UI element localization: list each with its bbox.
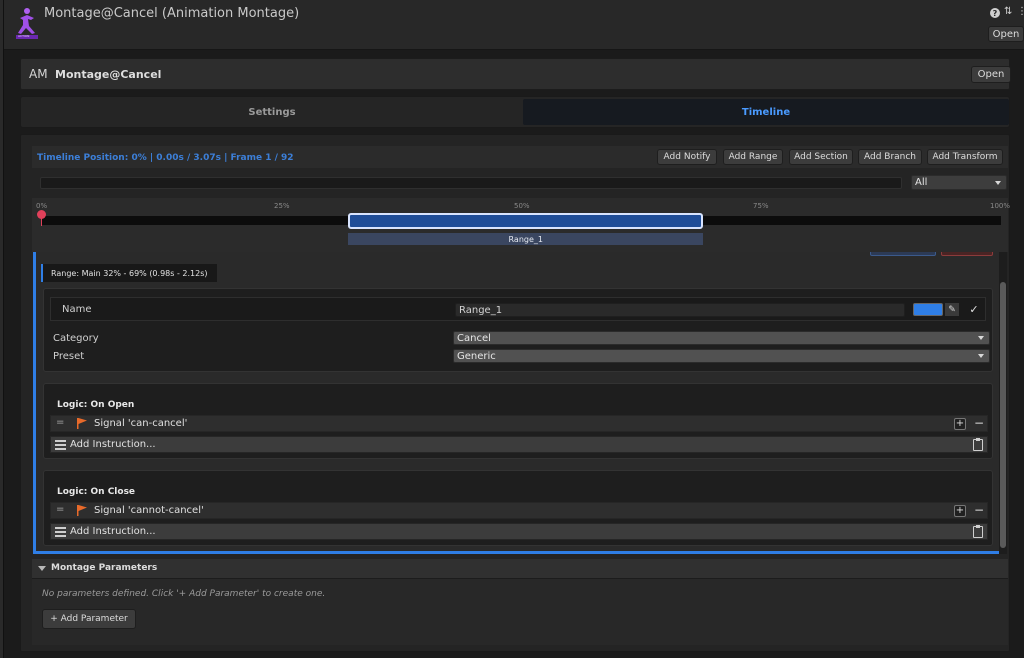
flag-icon xyxy=(77,418,87,432)
app-logo: ACTION xyxy=(10,6,44,40)
detail-scrollbar[interactable] xyxy=(999,252,1007,554)
window-title: Montage@Cancel (Animation Montage) xyxy=(44,6,300,21)
clipboard-icon[interactable] xyxy=(973,438,983,451)
timeline-ruler: 0% 25% 50% 75% 100% Range_1 xyxy=(32,198,1011,252)
chevron-down-icon xyxy=(978,354,984,358)
help-icon[interactable]: ? xyxy=(990,8,1000,18)
logic-title: Logic: On Open xyxy=(57,400,135,410)
color-swatch[interactable] xyxy=(913,303,943,316)
name-value: Range_1 xyxy=(459,304,503,316)
timeline-position-label: Timeline Position: 0% | 0.00s / 3.07s | … xyxy=(37,153,294,163)
ruler-tick-label: 100% xyxy=(990,202,1011,210)
delete-button[interactable] xyxy=(941,252,993,256)
range-info-label: Range: Main 32% - 69% (0.98s - 2.12s) xyxy=(51,268,208,278)
drag-handle-icon[interactable]: = xyxy=(56,417,64,428)
more-menu-icon[interactable]: ⋮ xyxy=(1017,6,1024,18)
add-branch-button[interactable]: Add Branch xyxy=(858,149,922,165)
add-parameter-button[interactable]: + Add Parameter xyxy=(42,609,136,629)
add-instruction-label: Add Instruction... xyxy=(70,526,156,537)
chevron-down-icon xyxy=(995,180,1001,185)
remove-instruction-icon[interactable]: − xyxy=(973,504,985,517)
drag-handle-icon[interactable]: = xyxy=(56,504,64,515)
add-instruction-row[interactable]: Add Instruction... xyxy=(50,436,988,453)
add-notify-button[interactable]: Add Notify xyxy=(657,149,717,165)
window-header: ACTION Montage@Cancel (Animation Montage… xyxy=(4,0,1024,50)
logic-title: Logic: On Close xyxy=(57,487,136,497)
logo-caption: ACTION xyxy=(18,34,30,38)
window-open-button[interactable]: Open xyxy=(988,26,1024,42)
list-icon xyxy=(55,527,66,537)
tab-settings[interactable]: Settings xyxy=(23,99,521,125)
eyedropper-icon[interactable]: ✎ xyxy=(945,303,959,316)
timeline-toolbar: Timeline Position: 0% | 0.00s / 3.07s | … xyxy=(32,146,1008,168)
add-instruction-icon[interactable]: + xyxy=(954,505,966,517)
preset-dropdown[interactable]: Generic xyxy=(453,349,990,363)
category-label: Category xyxy=(53,333,99,344)
category-value: Cancel xyxy=(457,332,491,344)
logic-block-on-close: Logic: On Close = Signal 'cannot-cancel'… xyxy=(43,470,993,546)
preset-label: Preset xyxy=(53,351,85,362)
chevron-down-icon xyxy=(978,336,984,340)
collapse-triangle-icon[interactable] xyxy=(38,566,46,571)
range-detail-panel: Range: Main 32% - 69% (0.98s - 2.12s) Na… xyxy=(33,252,999,554)
name-label: Name xyxy=(62,304,92,315)
montage-parameters-section: Montage Parameters No parameters defined… xyxy=(32,559,1008,645)
tab-timeline-label: Timeline xyxy=(741,106,791,118)
ruler-tick-label: 75% xyxy=(753,202,769,210)
asset-type-label: AM xyxy=(29,67,48,81)
category-dropdown[interactable]: Cancel xyxy=(453,331,990,345)
timeline-scrollbar[interactable] xyxy=(40,177,902,189)
instruction-row[interactable]: = Signal 'can-cancel' + − xyxy=(50,415,988,432)
range-label-box: Range_1 xyxy=(348,233,704,245)
add-range-button[interactable]: Add Range xyxy=(723,149,783,165)
tab-settings-label: Settings xyxy=(248,106,296,118)
add-instruction-label: Add Instruction... xyxy=(70,439,156,450)
add-instruction-icon[interactable]: + xyxy=(954,418,966,430)
logic-block-on-open: Logic: On Open = Signal 'can-cancel' + −… xyxy=(43,383,993,459)
playhead-line xyxy=(41,218,42,226)
duplicate-button[interactable] xyxy=(870,252,936,256)
instruction-label: Signal 'cannot-cancel' xyxy=(94,505,204,516)
parameters-header[interactable]: Montage Parameters xyxy=(32,559,1008,579)
obscured-header-row xyxy=(42,252,998,256)
asset-bar: AM Montage@Cancel Open xyxy=(20,58,1011,90)
name-row: Name Range_1 ✎ ✓ xyxy=(50,297,986,321)
range-label: Range_1 xyxy=(508,234,543,244)
parameters-header-label: Montage Parameters xyxy=(51,563,158,573)
clipboard-icon[interactable] xyxy=(973,525,983,538)
tab-bar: Settings Timeline xyxy=(20,96,1010,128)
checkmark-icon[interactable]: ✓ xyxy=(967,302,981,317)
parameters-empty-text: No parameters defined. Click '+ Add Para… xyxy=(42,589,326,599)
detail-scrollbar-thumb[interactable] xyxy=(1000,282,1006,548)
timeline-filter-dropdown[interactable]: All xyxy=(911,175,1007,190)
ruler-tick-label: 25% xyxy=(274,202,290,210)
left-edge xyxy=(0,0,4,658)
list-icon xyxy=(55,440,66,450)
range-bar[interactable] xyxy=(348,213,704,229)
flag-icon xyxy=(77,505,87,519)
add-instruction-row[interactable]: Add Instruction... xyxy=(50,523,988,540)
ruler-tick-label: 50% xyxy=(514,202,530,210)
asset-name: Montage@Cancel xyxy=(55,68,162,81)
preset-value: Generic xyxy=(457,350,496,362)
settings-icon[interactable]: ⇅ xyxy=(1004,6,1014,18)
ruler-tick-label: 0% xyxy=(36,202,48,210)
instruction-label: Signal 'can-cancel' xyxy=(94,418,188,429)
range-info-chip: Range: Main 32% - 69% (0.98s - 2.12s) xyxy=(41,264,217,282)
add-section-button[interactable]: Add Section xyxy=(789,149,853,165)
remove-instruction-icon[interactable]: − xyxy=(973,417,985,430)
tab-timeline[interactable]: Timeline xyxy=(523,99,1009,125)
instruction-row[interactable]: = Signal 'cannot-cancel' + − xyxy=(50,502,988,519)
asset-open-button[interactable]: Open xyxy=(971,66,1011,83)
name-field[interactable]: Range_1 xyxy=(455,303,905,317)
timeline-filter-value: All xyxy=(915,177,928,188)
add-transform-button[interactable]: Add Transform xyxy=(927,149,1003,165)
range-properties: Name Range_1 ✎ ✓ Category Cancel Preset … xyxy=(43,288,993,372)
